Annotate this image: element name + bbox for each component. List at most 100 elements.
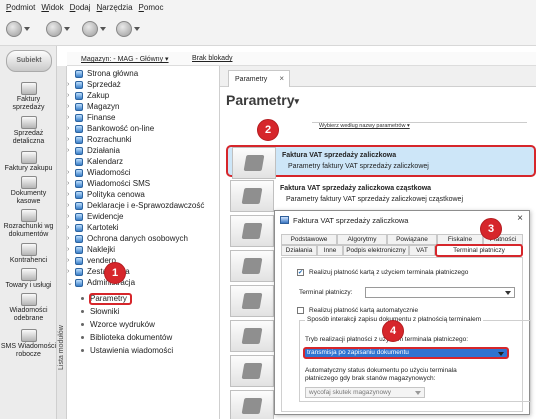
- tree-item[interactable]: › Wiadomości: [67, 167, 131, 178]
- auto-status-select[interactable]: wycofaj skutek magazynowy: [305, 387, 425, 398]
- toolbar-button-3[interactable]: [82, 20, 112, 38]
- menu-pomoc[interactable]: Pomoc: [139, 3, 164, 12]
- invoice-icon: [20, 82, 37, 95]
- auto-card-payment-label: Realizuj płatność kartą automatycznie: [309, 307, 419, 314]
- tree-subitem[interactable]: Ustawienia wiadomości: [67, 345, 173, 356]
- tree-item[interactable]: › Deklaracje i e-Sprawozdawczość: [67, 200, 204, 211]
- declarations-icon: [75, 201, 83, 210]
- tab-algorytmy[interactable]: Algorytmy: [337, 234, 387, 245]
- tree-item[interactable]: › Bankowość on-line: [67, 123, 154, 134]
- tree-subitem[interactable]: Słowniki: [67, 306, 119, 317]
- chevron-right-icon: ›: [67, 257, 70, 264]
- chevron-right-icon: ›: [67, 202, 70, 209]
- nav-rozrachunki[interactable]: Rozrachunki wg dokumentów: [0, 209, 57, 239]
- purchase-icon: [75, 91, 83, 100]
- caret-down-icon: [24, 27, 30, 31]
- card-terminal-label: Realizuj płatność kartą z użyciem termin…: [309, 269, 469, 276]
- step-badge-1: 1: [104, 262, 126, 284]
- close-icon[interactable]: ×: [517, 213, 523, 224]
- parameter-row-selected[interactable]: Faktura VAT sprzedaży zaliczkowa Paramet…: [226, 145, 536, 179]
- warehouse-icon: [75, 102, 83, 111]
- subiekt-logo: Subiekt: [6, 50, 52, 72]
- auto-status-label: Automatyczny status dokumentu po użyciu …: [305, 367, 457, 382]
- menu-podmiot[interactable]: Podmiot: [6, 3, 35, 12]
- nav-kontrahenci[interactable]: Kontrahenci: [0, 243, 57, 265]
- tab-dzialania[interactable]: Działania: [281, 245, 317, 256]
- filter-link[interactable]: Wybierz według nazwy parametrów ▾: [319, 123, 410, 129]
- tree-item[interactable]: › Wiadomości SMS: [67, 178, 150, 189]
- card-terminal-checkbox[interactable]: ✔: [297, 269, 304, 276]
- nav-sprzedaz-detaliczna[interactable]: Sprzedaż detaliczna: [0, 116, 57, 146]
- payment-mode-select[interactable]: transmisja po zapisaniu dokumentu: [303, 347, 509, 359]
- search-input[interactable]: [312, 111, 527, 123]
- page-title[interactable]: Parametry▾: [226, 92, 299, 108]
- close-icon[interactable]: ×: [279, 74, 284, 83]
- document-settings-icon: [230, 285, 274, 317]
- tab-podpis-elektroniczny[interactable]: Podpis elektroniczny: [343, 245, 409, 256]
- menu-bar: Podmiot Widok Dodaj Narzędzia Pomoc: [0, 0, 536, 14]
- warehouse-bar: Magazyn: - MAG - Główny ▾ Brak blokady: [67, 52, 536, 66]
- caret-down-icon: [64, 27, 70, 31]
- tree-subitem[interactable]: Biblioteka dokumentów: [67, 332, 172, 343]
- tree-item[interactable]: › Ochrona danych osobowych: [67, 233, 188, 244]
- document-icon: [280, 216, 289, 224]
- contractors-icon: [20, 243, 37, 256]
- tree-item[interactable]: › Ewidencje: [67, 211, 123, 222]
- tree-item[interactable]: Strona główna: [67, 68, 138, 79]
- record-icon: [6, 21, 22, 37]
- tab-powiazane[interactable]: Powiązane: [387, 234, 437, 245]
- tab-podstawowe[interactable]: Podstawowe: [281, 234, 337, 245]
- nav-sms-wiadomosci-robocze[interactable]: SMS Wiadomości robocze: [0, 329, 57, 359]
- pricing-icon: [75, 190, 83, 199]
- terminal-select[interactable]: [365, 287, 515, 298]
- tab-inne[interactable]: Inne: [317, 245, 343, 256]
- admin-icon: [75, 278, 83, 287]
- document-settings-icon: [230, 180, 274, 212]
- tree-item[interactable]: › Zakup: [67, 90, 109, 101]
- nav-faktury-zakupu[interactable]: Faktury zakupu: [0, 151, 57, 173]
- tree-item[interactable]: › Rozrachunki: [67, 134, 131, 145]
- terminal-label: Terminal płatniczy:: [299, 289, 353, 296]
- parameter-row[interactable]: Faktura VAT sprzedaży zaliczkowa cząstko…: [226, 180, 536, 212]
- modules-strip-label: Lista modułów: [58, 325, 65, 370]
- sms-icon: [75, 179, 83, 188]
- tree-item[interactable]: ⌄Administracja: [67, 277, 135, 288]
- nav-wiadomosci-odebrane[interactable]: Wiadomości odebrane: [0, 293, 57, 323]
- toolbar-button-2[interactable]: [46, 20, 76, 38]
- tree-item[interactable]: › Kartoteki: [67, 222, 119, 233]
- tab-parametry[interactable]: Parametry ×: [228, 70, 290, 88]
- auto-card-payment-checkbox[interactable]: [297, 307, 304, 314]
- tab-vat[interactable]: VAT: [409, 245, 435, 256]
- tree-item[interactable]: › Finanse: [67, 112, 115, 123]
- tools-icon: [116, 21, 132, 37]
- tab-terminal-platniczy[interactable]: Terminal płatniczy: [435, 244, 523, 257]
- toolbar-button-1[interactable]: [6, 20, 36, 38]
- toolbar-button-4[interactable]: [116, 20, 146, 38]
- records-icon: [75, 212, 83, 221]
- document-settings-icon: [230, 215, 274, 247]
- save-icon: [82, 21, 98, 37]
- chevron-right-icon: ›: [67, 268, 70, 275]
- settings-dialog: Faktura VAT sprzedaży zaliczkowa × Podst…: [274, 210, 531, 415]
- menu-dodaj[interactable]: Dodaj: [70, 3, 91, 12]
- nav-faktury-sprzedazy[interactable]: Faktury sprzedaży: [0, 82, 57, 112]
- tree-item[interactable]: › Sprzedaż: [67, 79, 121, 90]
- document-settings-icon: [230, 320, 274, 352]
- tree-item[interactable]: › Działania: [67, 145, 120, 156]
- warehouse-selector[interactable]: Magazyn: - MAG - Główny ▾: [81, 55, 169, 63]
- document-settings-icon: [232, 147, 276, 179]
- nav-dokumenty-kasowe[interactable]: Dokumenty kasowe: [0, 176, 57, 206]
- menu-widok[interactable]: Widok: [41, 3, 63, 12]
- tree-item[interactable]: › Magazyn: [67, 101, 119, 112]
- tree-subitem[interactable]: Wzorce wydruków: [67, 319, 155, 330]
- tree-item[interactable]: Kalendarz: [67, 156, 123, 167]
- nav-towary-i-uslugi[interactable]: Towary i usługi: [0, 268, 57, 290]
- actions-icon: [75, 146, 83, 155]
- chevron-right-icon: ›: [67, 136, 70, 143]
- menu-narzedzia[interactable]: Narzędzia: [97, 3, 133, 12]
- document-settings-icon: [230, 250, 274, 282]
- tree-item[interactable]: › Polityka cenowa: [67, 189, 145, 200]
- purchase-icon: [20, 151, 37, 164]
- lock-status-link[interactable]: Brak blokady: [192, 55, 232, 62]
- tree-item[interactable]: › Naklejki: [67, 244, 115, 255]
